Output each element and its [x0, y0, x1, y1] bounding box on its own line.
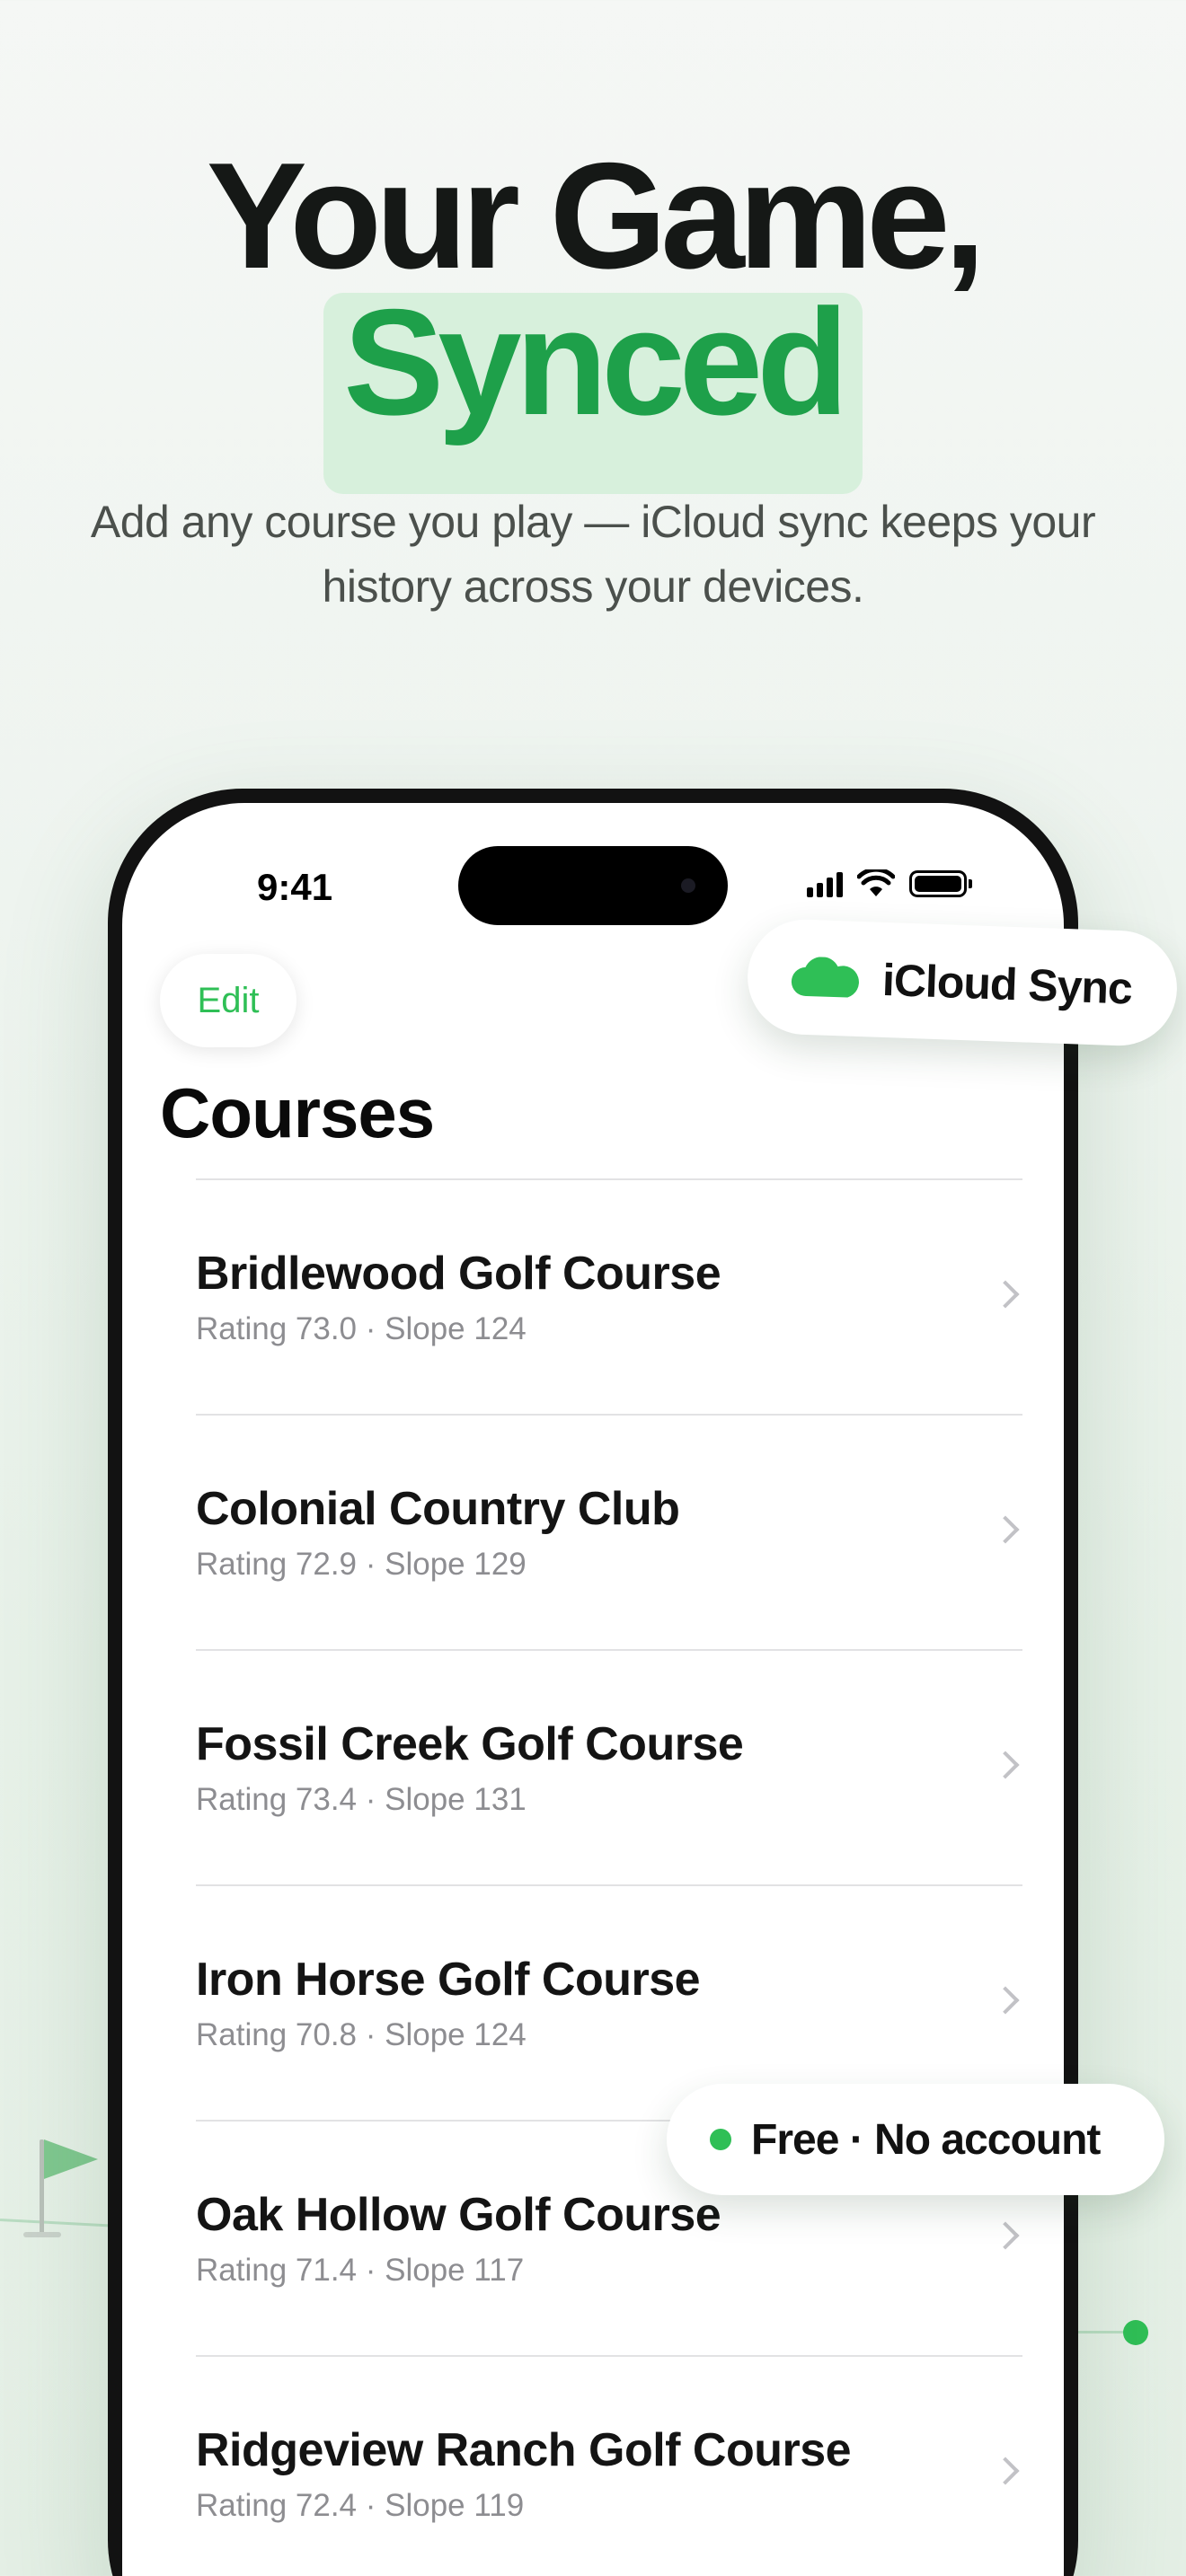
chevron-right-icon	[991, 1986, 1020, 2015]
icloud-sync-badge: iCloud Sync	[745, 917, 1180, 1048]
course-name: Bridlewood Golf Course	[196, 1248, 721, 1300]
free-no-account-badge: Free · No account	[667, 2084, 1164, 2195]
status-bar-time: 9:41	[257, 866, 333, 908]
chevron-right-icon	[991, 1515, 1020, 1544]
list-item[interactable]: Fossil Creek Golf Course Rating 73.4 · S…	[196, 1649, 1022, 1884]
course-rating-slope: Rating 72.4 · Slope 119	[196, 2488, 525, 2523]
decorative-fairway-line	[0, 2219, 126, 2228]
status-dot-icon	[710, 2129, 731, 2150]
icloud-sync-label: iCloud Sync	[881, 954, 1133, 1014]
chevron-right-icon	[991, 2457, 1020, 2485]
course-name: Ridgeview Ranch Golf Course	[196, 2424, 852, 2476]
battery-icon	[909, 870, 972, 897]
course-rating-slope: Rating 71.4 · Slope 117	[196, 2253, 525, 2288]
course-name: Iron Horse Golf Course	[196, 1954, 701, 2006]
course-list: Bridlewood Golf Course Rating 73.0 · Slo…	[196, 1178, 1022, 2576]
list-item[interactable]: Colonial Country Club Rating 72.9 · Slop…	[196, 1414, 1022, 1649]
course-rating-slope: Rating 73.4 · Slope 131	[196, 1782, 527, 1817]
headline-highlight: Synced	[323, 287, 863, 494]
course-rating-slope: Rating 70.8 · Slope 124	[196, 2017, 527, 2052]
free-no-account-label: Free · No account	[751, 2115, 1101, 2164]
page-title: Courses	[160, 1073, 435, 1152]
edit-button[interactable]: Edit	[160, 954, 296, 1047]
chevron-right-icon	[991, 1751, 1020, 1779]
cloud-icon	[791, 957, 859, 998]
headline-line-1: Your Game,	[206, 131, 986, 300]
phone-screen: 9:41 Edit Courses Bridlewood Golf Course	[122, 803, 1064, 2576]
hero-headline: Your Game, Synced	[0, 131, 1186, 494]
decorative-ball-dot	[1123, 2320, 1148, 2345]
camera-icon	[681, 878, 695, 893]
course-rating-slope: Rating 72.9 · Slope 129	[196, 1547, 527, 1582]
course-rating-slope: Rating 73.0 · Slope 124	[196, 1311, 527, 1346]
course-name: Oak Hollow Golf Course	[196, 2189, 721, 2241]
course-name: Colonial Country Club	[196, 1483, 680, 1535]
chevron-right-icon	[991, 2221, 1020, 2250]
golf-flag-cloth	[44, 2139, 98, 2179]
list-item[interactable]: Bridlewood Golf Course Rating 73.0 · Slo…	[196, 1178, 1022, 1414]
list-item[interactable]: Ridgeview Ranch Golf Course Rating 72.4 …	[196, 2355, 1022, 2576]
headline-line-2: Synced	[343, 278, 849, 446]
course-name: Fossil Creek Golf Course	[196, 1718, 744, 1770]
dynamic-island	[458, 846, 728, 925]
wifi-icon	[857, 869, 895, 896]
hero-subtitle: Add any course you play — iCloud sync ke…	[90, 497, 1096, 612]
status-bar-icons	[807, 869, 972, 898]
cellular-signal-icon	[807, 870, 843, 897]
chevron-right-icon	[991, 1280, 1020, 1309]
golf-hole-base	[23, 2232, 61, 2237]
phone-mockup: 9:41 Edit Courses Bridlewood Golf Course	[108, 789, 1078, 2576]
